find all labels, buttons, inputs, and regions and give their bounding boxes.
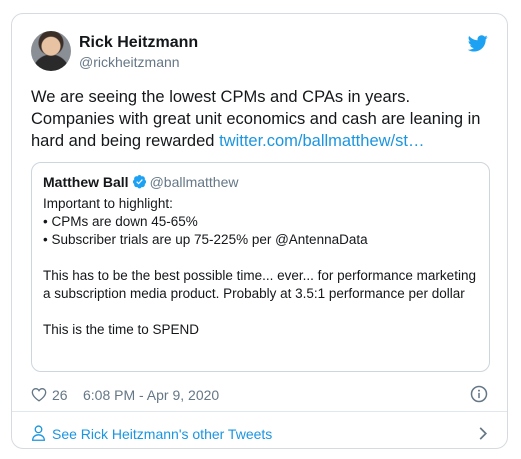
person-icon [32,425,45,441]
quoted-author-handle[interactable]: @ballmatthew [150,174,239,190]
embedded-tweet-card[interactable]: Rick Heitzmann @rickheitzmann We are see… [11,13,508,449]
author-name-block[interactable]: Rick Heitzmann @rickheitzmann [79,33,198,71]
author-avatar[interactable] [31,31,71,71]
author-handle[interactable]: @rickheitzmann [79,53,198,71]
quoted-tweet[interactable]: Matthew Ball @ballmatthew Important to h… [31,162,490,372]
info-icon[interactable] [470,385,488,403]
tweet-text: We are seeing the lowest CPMs and CPAs i… [31,86,493,152]
quoted-tweet-header: Matthew Ball @ballmatthew [43,173,239,191]
tweet-meta: 26 6:08 PM - Apr 9, 2020 [31,385,488,405]
tweet-timestamp[interactable]: 6:08 PM - Apr 9, 2020 [83,386,219,404]
other-tweets-link-text[interactable]: See Rick Heitzmann's other Tweets [52,425,272,443]
author-display-name[interactable]: Rick Heitzmann [79,33,198,53]
verified-badge-icon [132,174,146,189]
heart-icon[interactable] [31,387,47,402]
tweet-header: Rick Heitzmann @rickheitzmann [31,31,488,75]
chevron-right-icon[interactable] [478,426,488,441]
other-tweets-link[interactable]: See Rick Heitzmann's other Tweets [31,423,488,445]
quoted-tweet-body: Important to highlight: • CPMs are down … [43,196,476,337]
like-count[interactable]: 26 [52,386,68,404]
twitter-bird-icon[interactable] [468,35,488,52]
tweet-link[interactable]: twitter.com/ballmatthew/st… [219,132,424,150]
quoted-author-name[interactable]: Matthew Ball [43,174,129,190]
footer-divider [12,411,507,412]
